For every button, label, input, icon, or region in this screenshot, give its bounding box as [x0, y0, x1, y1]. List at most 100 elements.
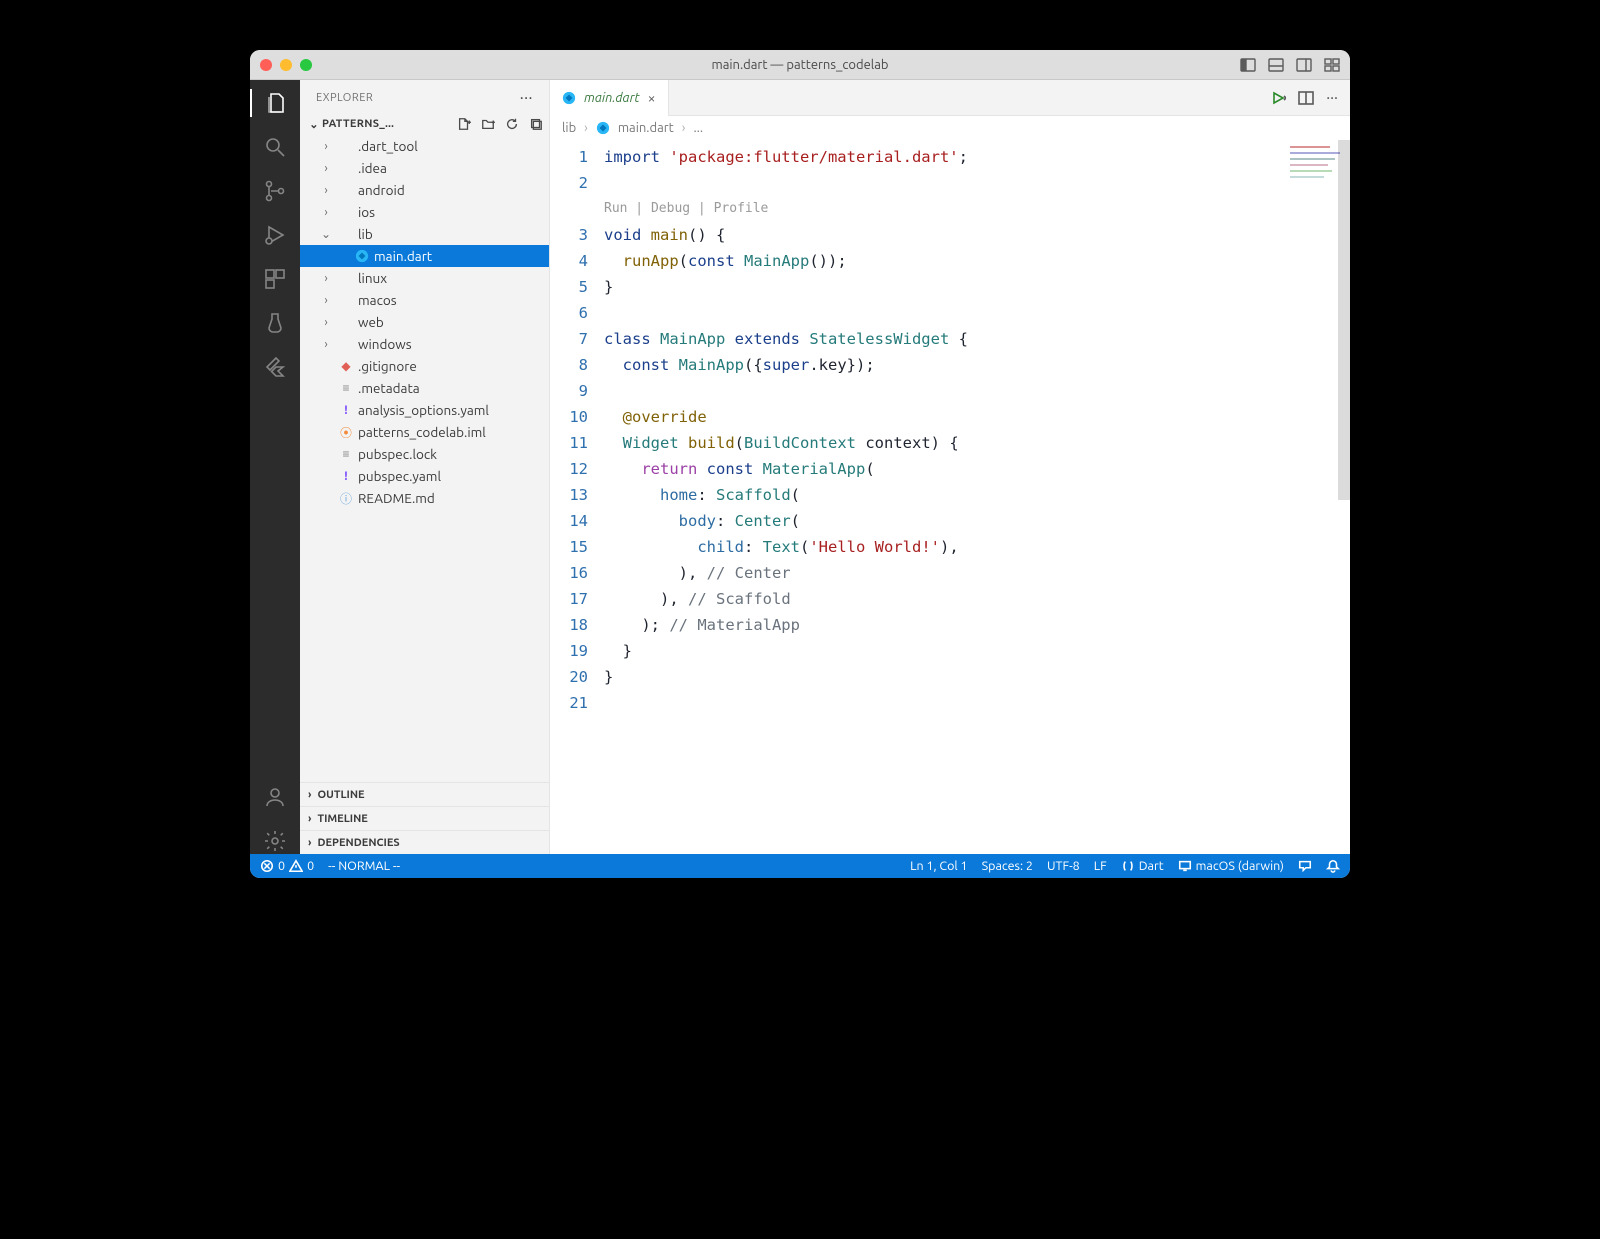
eol-status[interactable]: LF — [1094, 859, 1107, 873]
breadcrumb-item[interactable]: ... — [693, 121, 703, 135]
explorer-view-icon[interactable] — [262, 90, 288, 116]
code-line[interactable]: home: Scaffold( — [604, 482, 1350, 508]
refresh-icon[interactable] — [505, 117, 519, 131]
notifications-icon[interactable] — [1326, 859, 1340, 873]
dependencies-panel[interactable]: › DEPENDENCIES — [300, 830, 549, 854]
close-tab-icon[interactable]: × — [648, 90, 656, 106]
folder-item[interactable]: ›android — [300, 179, 549, 201]
line-number: 14 — [550, 508, 588, 534]
chevron-right-icon: › — [318, 206, 334, 219]
folder-item[interactable]: ›.dart_tool — [300, 135, 549, 157]
folder-item[interactable]: ›.idea — [300, 157, 549, 179]
folder-item[interactable]: › ios — [300, 201, 549, 223]
breadcrumb-item[interactable]: lib — [562, 121, 576, 135]
line-number: 9 — [550, 378, 588, 404]
file-item[interactable]: ⦿patterns_codelab.iml — [300, 421, 549, 443]
file-item[interactable]: !analysis_options.yaml — [300, 399, 549, 421]
folder-item[interactable]: ›web — [300, 311, 549, 333]
project-header[interactable]: ⌄ PATTERNS_... — [300, 115, 549, 133]
folder-item[interactable]: ⌄lib — [300, 223, 549, 245]
code-line[interactable]: Widget build(BuildContext context) { — [604, 430, 1350, 456]
code-line[interactable] — [604, 300, 1350, 326]
problems-status[interactable]: 0 0 — [260, 859, 314, 873]
folder-item[interactable]: ›macos — [300, 289, 549, 311]
extensions-view-icon[interactable] — [262, 266, 288, 292]
code-line[interactable]: ); // MaterialApp — [604, 612, 1350, 638]
cursor-position[interactable]: Ln 1, Col 1 — [910, 859, 968, 873]
new-folder-icon[interactable] — [481, 117, 495, 131]
line-number: 7 — [550, 326, 588, 352]
customize-layout-icon[interactable] — [1324, 57, 1340, 73]
language-status[interactable]: Dart — [1121, 859, 1164, 873]
code-line[interactable]: import 'package:flutter/material.dart'; — [604, 144, 1350, 170]
outline-panel[interactable]: › OUTLINE — [300, 782, 549, 806]
flutter-view-icon[interactable] — [262, 354, 288, 380]
line-number: 2 — [550, 170, 588, 196]
breadcrumb-item[interactable]: main.dart — [618, 121, 674, 135]
code-line[interactable]: ), // Center — [604, 560, 1350, 586]
explorer-more-icon[interactable]: ··· — [520, 89, 533, 107]
code-line[interactable]: const MainApp({super.key}); — [604, 352, 1350, 378]
file-item[interactable]: ≡pubspec.lock — [300, 443, 549, 465]
file-item[interactable]: ◆.gitignore — [300, 355, 549, 377]
breadcrumbs[interactable]: lib › main.dart › ... — [550, 116, 1350, 140]
new-file-icon[interactable] — [457, 117, 471, 131]
search-view-icon[interactable] — [262, 134, 288, 160]
collapse-all-icon[interactable] — [529, 117, 543, 131]
file-item[interactable]: main.dart — [300, 245, 549, 267]
run-debug-view-icon[interactable] — [262, 222, 288, 248]
codelens[interactable]: Run | Debug | Profile — [604, 196, 1350, 222]
line-number: 3 — [550, 222, 588, 248]
tree-item-label: ios — [358, 204, 375, 220]
code-line[interactable]: runApp(const MainApp()); — [604, 248, 1350, 274]
scrollbar-thumb[interactable] — [1338, 140, 1350, 500]
run-button-icon[interactable] — [1270, 90, 1286, 106]
testing-view-icon[interactable] — [262, 310, 288, 336]
file-item[interactable]: ≡.metadata — [300, 377, 549, 399]
encoding-status[interactable]: UTF-8 — [1047, 859, 1080, 873]
code-line[interactable]: child: Text('Hello World!'), — [604, 534, 1350, 560]
tree-item-label: analysis_options.yaml — [358, 402, 489, 418]
code-line[interactable]: void main() { — [604, 222, 1350, 248]
chevron-right-icon: › — [318, 140, 334, 153]
folder-item[interactable]: ›windows — [300, 333, 549, 355]
close-window-button[interactable] — [260, 59, 272, 71]
more-actions-icon[interactable]: ··· — [1326, 89, 1338, 107]
source-control-view-icon[interactable] — [262, 178, 288, 204]
indentation-status[interactable]: Spaces: 2 — [982, 859, 1033, 873]
device-selector[interactable]: macOS (darwin) — [1178, 859, 1284, 873]
folder-item[interactable]: ›linux — [300, 267, 549, 289]
code-content[interactable]: import 'package:flutter/material.dart'; R… — [604, 140, 1350, 854]
minimize-window-button[interactable] — [280, 59, 292, 71]
code-line[interactable]: } — [604, 664, 1350, 690]
code-line[interactable] — [604, 378, 1350, 404]
editor-code-area[interactable]: 123456789101112131415161718192021 import… — [550, 140, 1350, 854]
toggle-primary-sidebar-icon[interactable] — [1240, 57, 1256, 73]
code-line[interactable]: } — [604, 638, 1350, 664]
accounts-icon[interactable] — [262, 784, 288, 810]
code-line[interactable] — [604, 170, 1350, 196]
code-line[interactable]: } — [604, 274, 1350, 300]
line-number: 15 — [550, 534, 588, 560]
code-line[interactable]: body: Center( — [604, 508, 1350, 534]
code-line[interactable] — [604, 690, 1350, 716]
explorer-title: EXPLORER — [316, 92, 373, 104]
tree-item-label: linux — [358, 270, 387, 286]
settings-gear-icon[interactable] — [262, 828, 288, 854]
editor-tab-main-dart[interactable]: main.dart × — [550, 80, 669, 116]
toggle-panel-icon[interactable] — [1268, 57, 1284, 73]
tree-item-label: web — [358, 314, 384, 330]
file-type-icon — [338, 336, 354, 352]
file-item[interactable]: !pubspec.yaml — [300, 465, 549, 487]
code-line[interactable]: @override — [604, 404, 1350, 430]
code-line[interactable]: class MainApp extends StatelessWidget { — [604, 326, 1350, 352]
feedback-icon[interactable] — [1298, 859, 1312, 873]
code-line[interactable]: ), // Scaffold — [604, 586, 1350, 612]
tree-item-label: pubspec.lock — [358, 446, 437, 462]
toggle-secondary-sidebar-icon[interactable] — [1296, 57, 1312, 73]
split-editor-icon[interactable] — [1298, 90, 1314, 106]
code-line[interactable]: return const MaterialApp( — [604, 456, 1350, 482]
timeline-panel[interactable]: › TIMELINE — [300, 806, 549, 830]
file-item[interactable]: ⓘREADME.md — [300, 487, 549, 509]
zoom-window-button[interactable] — [300, 59, 312, 71]
